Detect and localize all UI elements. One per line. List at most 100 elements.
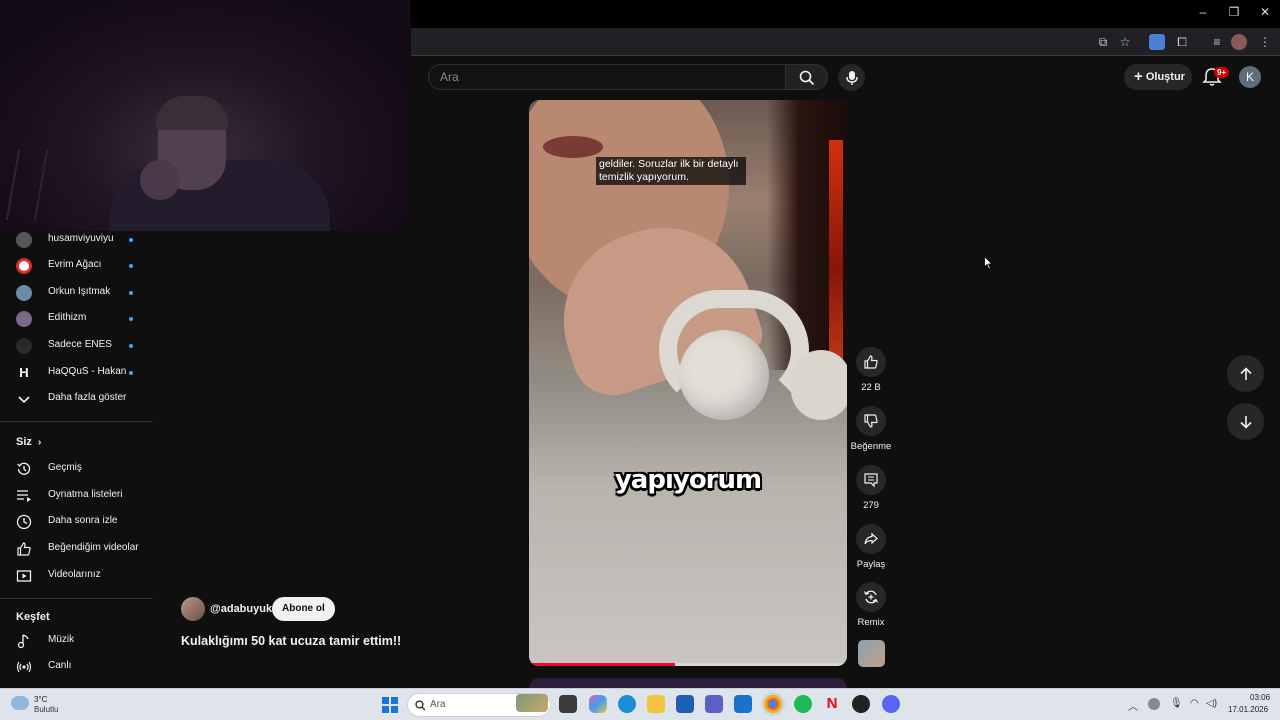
weather-description: Bulutlu xyxy=(34,705,59,714)
edge-icon[interactable] xyxy=(618,695,636,713)
file-explorer-icon[interactable] xyxy=(647,695,665,713)
windows-start-icon[interactable] xyxy=(382,697,398,713)
weather-cloud-icon[interactable] xyxy=(11,696,29,710)
tray-app-icon[interactable] xyxy=(1148,698,1160,710)
browser-toolbar: ⧉ ☆ ⧠ ≡ ⋮ xyxy=(411,28,1280,56)
sidebar-item-sadece-enes[interactable]: Sadece ENES xyxy=(0,333,153,359)
channel-avatar[interactable] xyxy=(181,597,205,621)
share-button[interactable]: Paylaş xyxy=(852,524,890,570)
video-headphone-cup-2 xyxy=(791,350,847,420)
music-icon xyxy=(17,634,29,649)
burned-in-caption: yapıyorum xyxy=(614,465,762,495)
video-lips-shape xyxy=(543,136,603,158)
like-button[interactable]: 22 B xyxy=(852,347,890,393)
sidebar-item-liked-videos[interactable]: Beğendiğim videolar xyxy=(0,536,153,562)
account-avatar[interactable]: K xyxy=(1239,66,1261,88)
sidebar: husamviyuviyu Evrim Ağacı Orkun Işıtmak … xyxy=(0,231,153,688)
tray-overflow-icon[interactable]: ︿ xyxy=(1128,698,1138,713)
clock-date[interactable]: 17.01.2026 xyxy=(1228,705,1268,714)
steam-icon[interactable] xyxy=(852,695,870,713)
sidebar-item-label: Orkun Işıtmak xyxy=(48,286,111,297)
sidebar-item-orkun-isitmak[interactable]: Orkun Işıtmak xyxy=(0,280,153,306)
channel-avatar xyxy=(16,338,32,354)
remix-label: Remix xyxy=(857,617,885,628)
bookmark-star-icon[interactable]: ☆ xyxy=(1117,34,1133,50)
microphone-tray-icon[interactable]: 🎙 xyxy=(1170,698,1183,709)
create-button[interactable]: + Oluştur xyxy=(1124,64,1192,90)
netflix-icon[interactable]: N xyxy=(823,695,841,713)
microphone-icon xyxy=(846,71,858,85)
person-hair xyxy=(156,96,228,130)
menu-icon[interactable]: ⋮ xyxy=(1257,34,1273,50)
spotify-icon[interactable] xyxy=(794,695,812,713)
search-button[interactable] xyxy=(786,64,828,90)
new-content-dot xyxy=(129,238,133,242)
show-more-button[interactable]: Daha fazla göster xyxy=(0,386,153,412)
wifi-icon[interactable]: ◠ xyxy=(1190,698,1199,709)
video-headphone-cup xyxy=(679,330,769,420)
sidebar-item-history[interactable]: Geçmiş xyxy=(0,456,153,482)
create-label: Oluştur xyxy=(1145,71,1185,83)
install-app-icon[interactable]: ⧉ xyxy=(1095,34,1111,50)
you-section-header[interactable]: Siz › xyxy=(16,436,41,448)
remix-button[interactable]: Remix xyxy=(852,582,890,628)
sidebar-item-music[interactable]: Müzik xyxy=(0,628,153,654)
share-icon xyxy=(864,532,878,545)
minimize-icon[interactable]: – xyxy=(1193,5,1213,19)
divider xyxy=(0,598,153,599)
chevron-right-icon: › xyxy=(37,437,42,448)
dislike-button[interactable]: Beğenme xyxy=(851,406,891,452)
profile-icon[interactable] xyxy=(1231,34,1247,50)
sidebar-item-edithizm[interactable]: Edithizm xyxy=(0,306,153,332)
watch-later-icon xyxy=(16,514,32,530)
sidebar-item-label: Canlı xyxy=(48,660,72,671)
sidebar-item-haqqus[interactable]: H HaQQuS - Hakan... xyxy=(0,360,153,386)
sound-thumbnail[interactable] xyxy=(858,640,885,667)
sidebar-item-playlists[interactable]: Oynatma listeleri xyxy=(0,483,153,509)
h-logo-icon: H xyxy=(19,365,29,380)
short-title[interactable]: Kulaklığımı 50 kat ucuza tamir ettim!! xyxy=(181,634,401,648)
notification-badge: 9+ xyxy=(1214,67,1230,78)
voice-search-button[interactable] xyxy=(838,64,865,91)
media-control-icon[interactable]: ≡ xyxy=(1209,34,1225,50)
task-view-icon[interactable] xyxy=(559,695,577,713)
video-progress-bar[interactable] xyxy=(529,663,847,666)
weather-temperature: 3°C xyxy=(34,695,48,704)
subtitle-caption: geldiler. Soruzlar ilk bir detaylı temiz… xyxy=(596,157,746,185)
sidebar-item-label: husamviyuviyu xyxy=(48,233,114,244)
history-icon xyxy=(17,462,31,475)
volume-icon[interactable]: ◁) xyxy=(1206,698,1217,709)
previous-short-button[interactable] xyxy=(1227,355,1264,392)
chrome-icon[interactable] xyxy=(764,695,782,713)
comments-button[interactable]: 279 xyxy=(852,465,890,511)
close-icon[interactable]: ✕ xyxy=(1255,5,1275,19)
search-icon xyxy=(799,70,815,86)
translate-icon[interactable] xyxy=(1149,34,1165,50)
sidebar-item-evrim-agaci[interactable]: Evrim Ağacı xyxy=(0,253,153,279)
outlook-icon[interactable] xyxy=(734,695,752,713)
channel-name[interactable]: @adabuyuk xyxy=(210,603,272,615)
discord-icon[interactable] xyxy=(882,695,900,713)
thumbs-up-icon xyxy=(17,542,31,556)
store-icon[interactable] xyxy=(676,695,694,713)
like-count: 22 B xyxy=(861,382,881,393)
sidebar-item-husamviyuviyu[interactable]: husamviyuviyu xyxy=(0,227,153,253)
short-video-player[interactable]: geldiler. Soruzlar ilk bir detaylı temiz… xyxy=(529,100,847,666)
restore-icon[interactable]: ❐ xyxy=(1224,5,1244,19)
clock-time[interactable]: 03:06 xyxy=(1250,693,1270,702)
thumbs-up-icon xyxy=(864,355,878,369)
new-content-dot xyxy=(129,344,133,348)
subscribe-button[interactable]: Abone ol xyxy=(272,597,335,621)
sidebar-item-your-videos[interactable]: Videolarınız xyxy=(0,563,153,589)
extensions-icon[interactable]: ⧠ xyxy=(1174,34,1190,50)
new-content-dot xyxy=(129,371,133,375)
search-highlight-image xyxy=(516,694,548,712)
sidebar-item-watch-later[interactable]: Daha sonra izle xyxy=(0,509,153,535)
next-short-button[interactable] xyxy=(1227,403,1264,440)
copilot-icon[interactable] xyxy=(589,695,607,713)
sidebar-item-label: Beğendiğim videolar xyxy=(48,542,139,553)
teams-icon[interactable] xyxy=(705,695,723,713)
person-hand xyxy=(140,160,180,200)
sidebar-item-live[interactable]: Canlı xyxy=(0,654,153,680)
search-input[interactable]: Ara xyxy=(428,64,786,90)
